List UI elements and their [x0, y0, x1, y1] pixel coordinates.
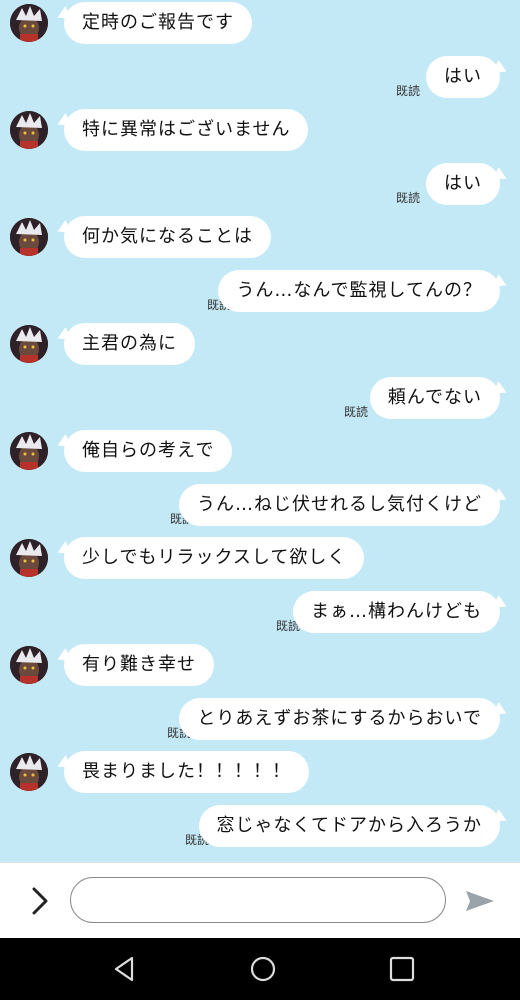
message-bubble[interactable]: はい	[426, 163, 500, 205]
read-receipt: 既読	[396, 84, 421, 98]
message-bubble[interactable]: まぁ…構わんけども	[293, 591, 500, 633]
message-bubble[interactable]: 特に異常はございません	[64, 109, 309, 151]
message-bubble[interactable]: 何か気になることは	[64, 216, 271, 258]
system-navigation-bar	[0, 938, 520, 1000]
nav-back-icon[interactable]	[110, 954, 140, 984]
avatar[interactable]	[10, 539, 48, 577]
chevron-right-icon[interactable]	[24, 883, 58, 919]
send-icon[interactable]	[462, 883, 498, 919]
message-bubble[interactable]: 頼んでない	[369, 377, 500, 419]
message-bubble[interactable]: 畏まりました！！！！！	[64, 751, 309, 793]
message-bubble[interactable]: 定時のご報告です	[64, 2, 252, 44]
message-bubble[interactable]: 少しでもリラックスして欲しく	[64, 537, 365, 579]
message-input[interactable]	[70, 877, 446, 923]
message-bubble[interactable]: 俺自らの考えで	[64, 430, 233, 472]
read-receipt: 既読	[344, 405, 369, 419]
avatar[interactable]	[10, 218, 48, 256]
nav-home-icon[interactable]	[248, 954, 278, 984]
avatar[interactable]	[10, 111, 48, 149]
message-bubble[interactable]: うん…ねじ伏せれるし気付くけど	[179, 484, 500, 526]
avatar[interactable]	[10, 4, 48, 42]
message-bubble[interactable]: 主君の為に	[64, 323, 195, 365]
avatar[interactable]	[10, 432, 48, 470]
avatar[interactable]	[10, 646, 48, 684]
message-bubble[interactable]: はい	[426, 56, 500, 98]
message-bubble[interactable]: とりあえずお茶にするからおいで	[179, 698, 500, 740]
chat-area[interactable]: 定時のご報告です 既読 はい 特に異常はございません 既読 はい 何か気になるこ…	[0, 0, 520, 862]
nav-recents-icon[interactable]	[387, 954, 417, 984]
avatar[interactable]	[10, 325, 48, 363]
avatar[interactable]	[10, 753, 48, 791]
message-bubble[interactable]: うん…なんで監視してんの？	[218, 270, 500, 312]
read-receipt: 既読	[396, 191, 421, 205]
message-bubble[interactable]: 有り難き幸せ	[64, 644, 214, 686]
message-input-bar	[0, 862, 520, 939]
message-bubble[interactable]: 窓じゃなくてドアから入ろうか	[198, 805, 500, 847]
